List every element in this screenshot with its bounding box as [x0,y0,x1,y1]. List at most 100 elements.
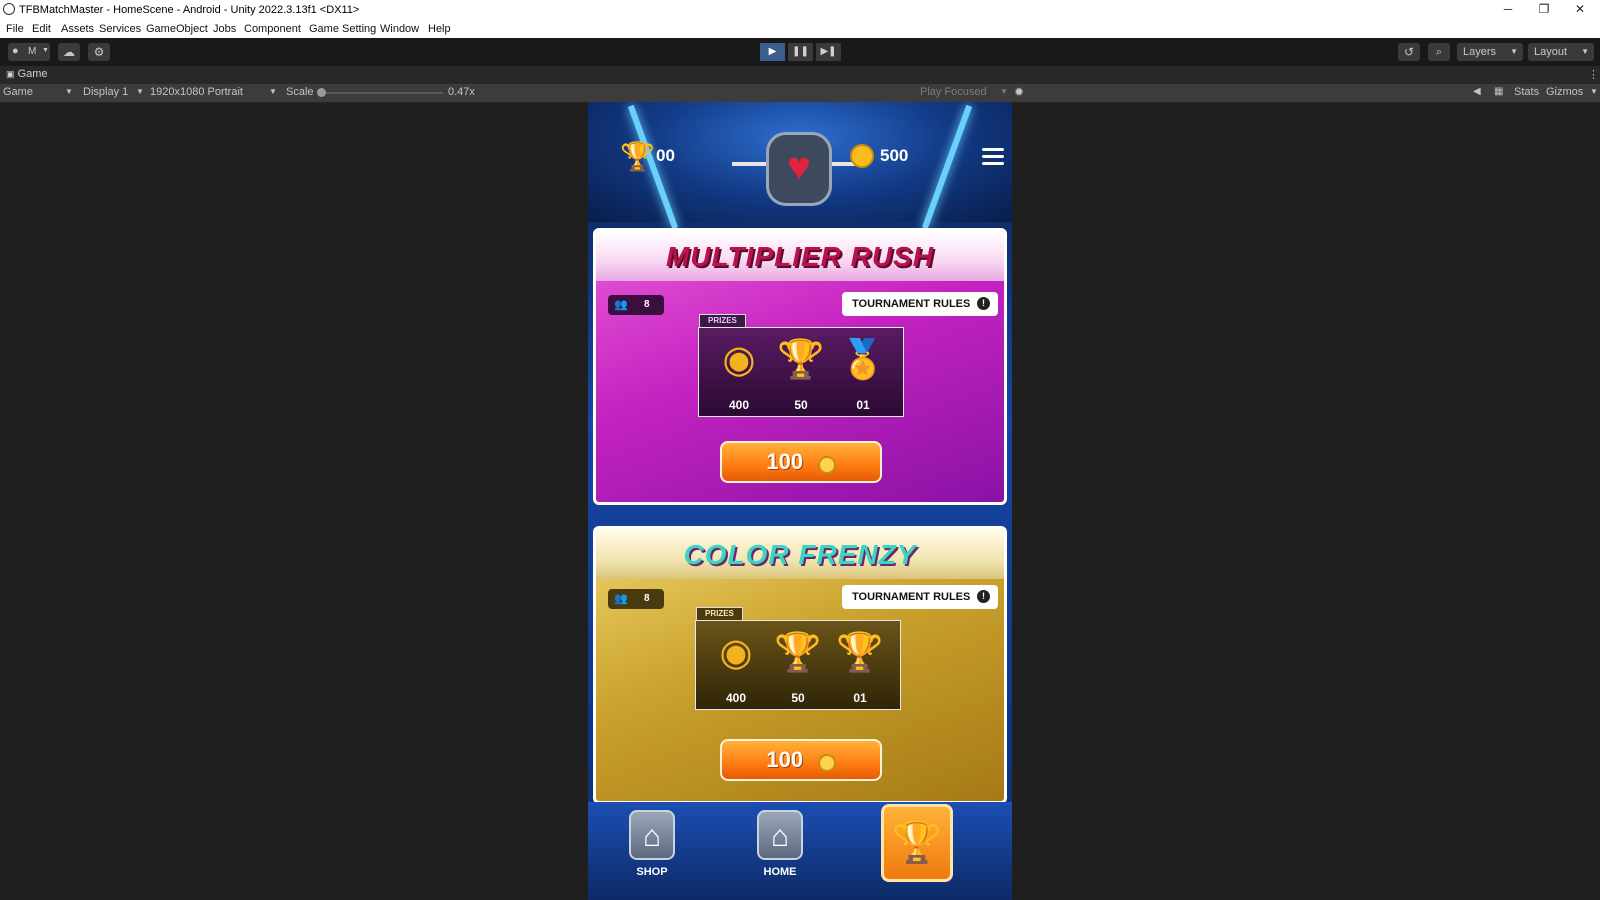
menu-jobs[interactable]: Jobs [213,23,236,35]
scale-slider[interactable] [321,92,443,94]
nav-shop[interactable]: ⌂ SHOP [622,810,682,890]
chevron-down-icon: ▼ [1000,87,1008,96]
play-button[interactable]: ▶ [760,43,785,61]
game-mode-dropdown[interactable]: Game ▼ [3,86,73,98]
menu-file[interactable]: File [6,23,24,35]
prize-value: 50 [791,691,805,705]
menu-assets[interactable]: Assets [61,23,94,35]
display-label: Display 1 [83,86,129,98]
prize-value: 01 [853,691,867,705]
menu-window[interactable]: Window [380,23,419,35]
players-icon: 👥 [614,299,628,311]
layout-label: Layout [1534,46,1568,58]
play-focus-label: Play Focused [920,86,987,98]
resolution-label: 1920x1080 Portrait [150,86,243,98]
play-focus-dropdown[interactable]: Play Focused ▼ [920,86,1008,98]
display-dropdown[interactable]: Display 1 ▼ [83,86,144,98]
layout-dropdown[interactable]: Layout ▼ [1528,43,1594,61]
tournament-card-color-frenzy: COLOR FRENZY 👥 8 TOURNAMENT RULES ! PRIZ… [593,526,1007,804]
card-header: COLOR FRENZY [596,529,1004,579]
settings-icon[interactable]: ⚙ [88,43,110,61]
menu-help[interactable]: Help [428,23,451,35]
lives-heart-button[interactable]: ♥ [766,132,832,206]
trophy-count: 00 [656,146,675,165]
scale-slider-handle[interactable] [317,88,326,97]
scale-value: 0.47x [448,86,475,98]
entry-fee: 100 [766,449,804,474]
tournament-card-multiplier-rush: MULTIPLIER RUSH 👥 8 TOURNAMENT RULES ! P… [593,228,1007,505]
prize-trophy: 🏆 50 [770,629,826,707]
minimize-button[interactable]: ─ [1490,0,1526,20]
chevron-down-icon: ▼ [42,47,49,54]
game-viewport[interactable]: 🏆 00 ♥ 500 MULTIPLIER RUSH 👥 8 TOURNAMEN… [588,102,1012,900]
menu-gameobject[interactable]: GameObject [146,23,208,35]
player-count-badge: 👥 8 [608,589,664,609]
tournament-rules-label: TOURNAMENT RULES [852,591,971,603]
unity-logo-icon [3,3,15,15]
home-icon: ⌂ [757,810,803,860]
coin-icon [817,753,836,772]
entry-fee-button[interactable]: 100 [720,441,882,483]
info-icon: ! [977,297,990,310]
medal-trophy-icon: 🏅 [839,339,887,381]
close-button[interactable]: ✕ [1562,0,1598,20]
stats-button[interactable]: Stats [1514,86,1539,98]
menu-game-setting[interactable]: Game Setting [309,23,376,35]
info-icon: ! [977,590,990,603]
hud-strip [732,162,766,166]
menu-services[interactable]: Services [99,23,141,35]
prizes-panel: ◉ 400 🏆 50 🏆 01 [695,620,901,710]
history-icon[interactable]: ↺ [1398,43,1420,61]
entry-fee: 100 [766,747,804,772]
layers-label: Layers [1463,46,1497,58]
coin-icon [817,455,836,474]
nav-home[interactable]: ⌂ HOME [750,810,810,890]
restore-button[interactable]: ❐ [1526,0,1562,20]
hamburger-menu-icon[interactable] [982,148,1004,166]
player-count: 8 [644,593,650,604]
trophy-icon: 🏆 [777,339,825,381]
prize-trophy: 🏆 50 [773,336,829,414]
prize-value: 50 [794,398,808,412]
entry-fee-button[interactable]: 100 [720,739,882,781]
trophy-icon: 🏆 [881,804,953,882]
tournament-rules-button[interactable]: TOURNAMENT RULES ! [842,585,998,609]
pause-button[interactable]: ❚❚ [788,43,813,61]
tournament-title: COLOR FRENZY [683,539,917,570]
scale-label: Scale [286,86,314,98]
cloud-icon[interactable]: ☁ [58,43,80,61]
prize-coins: ◉ 400 [708,629,764,707]
prize-rainbow-trophy: 🏆 01 [832,629,888,707]
prize-value: 400 [728,398,750,412]
menu-component[interactable]: Component [244,23,301,35]
chevron-down-icon[interactable]: ▼ [1590,87,1598,96]
prize-coins: ◉ 400 [711,336,767,414]
tab-game[interactable]: ▣ Game [6,68,48,80]
tournament-rules-label: TOURNAMENT RULES [852,298,971,310]
more-options-icon[interactable]: ⋮ [1588,68,1599,81]
search-icon[interactable]: ⌕ [1428,43,1450,61]
prizes-tag: PRIZES [699,314,746,327]
menu-edit[interactable]: Edit [32,23,51,35]
layers-dropdown[interactable]: Layers ▼ [1457,43,1523,61]
prize-medal-trophy: 🏅 01 [835,336,891,414]
tournament-rules-button[interactable]: TOURNAMENT RULES ! [842,292,998,316]
resolution-dropdown[interactable]: 1920x1080 Portrait ▼ [150,86,278,98]
gamepad-icon: ▣ [6,69,15,79]
step-button[interactable]: ▶❚ [816,43,841,61]
trophy-icon: 🏆 [620,141,655,172]
nav-tournaments[interactable]: 🏆 [880,804,954,884]
player-count-badge: 👥 8 [608,295,664,315]
gizmos-button[interactable]: Gizmos [1546,86,1583,98]
grid-icon[interactable]: ▦ [1494,86,1503,97]
account-label: M [28,46,37,57]
chevron-down-icon: ▼ [65,87,73,96]
bug-icon[interactable]: ✹ [1014,85,1024,99]
mute-audio-icon[interactable]: ◀ [1473,86,1481,97]
game-view-bar: Game ▼ Display 1 ▼ 1920x1080 Portrait ▼ … [0,84,1600,103]
trophy-icon: 🏆 [774,632,822,674]
account-button[interactable]: ● M ▼ [8,43,50,61]
card-header: MULTIPLIER RUSH [596,231,1004,281]
tournament-title: MULTIPLIER RUSH [665,241,935,272]
chevron-down-icon: ▼ [269,87,277,96]
